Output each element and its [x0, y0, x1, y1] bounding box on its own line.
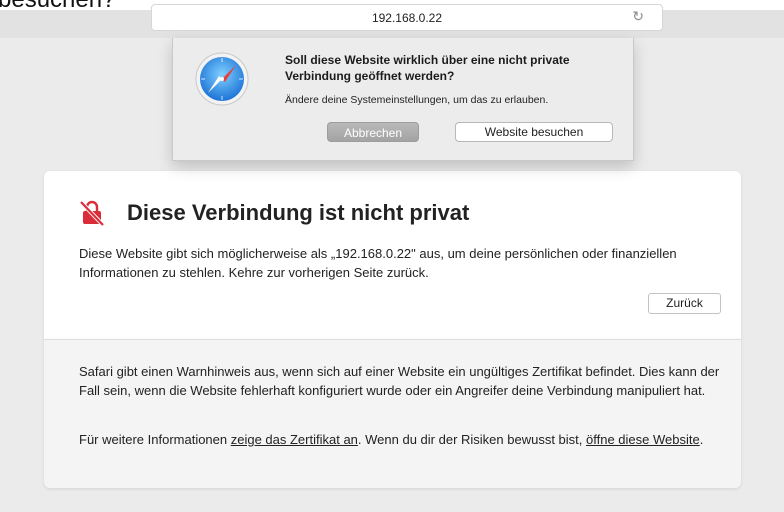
more-info-prefix: Für weitere Informationen: [79, 432, 231, 447]
dialog-subtitle: Ändere deine Systemeinstellungen, um das…: [285, 94, 549, 106]
back-button[interactable]: Zurück: [648, 293, 721, 314]
warning-details-text: Safari gibt einen Warnhinweis aus, wenn …: [79, 364, 720, 398]
address-bar[interactable]: 192.168.0.22 ↻: [151, 4, 663, 31]
warning-body: Diese Website gibt sich möglicherweise a…: [79, 246, 677, 280]
url-text: 192.168.0.22: [371, 11, 443, 25]
confirmation-dialog: Soll diese Website wirklich über eine ni…: [172, 38, 634, 161]
dialog-title: Soll diese Website wirklich über eine ni…: [285, 53, 570, 83]
warning-lock-icon: [80, 200, 104, 226]
cancel-button[interactable]: Abbrechen: [327, 122, 419, 142]
safari-compass-icon: [195, 52, 249, 106]
more-info-text: Für weitere Informationen zeige das Zert…: [79, 430, 729, 449]
open-website-link[interactable]: öffne diese Website: [586, 432, 700, 447]
visit-website-button[interactable]: Website besuchen: [455, 122, 613, 142]
more-info-middle: . Wenn du dir der Risiken bewusst bist,: [357, 432, 587, 447]
more-info-suffix: .: [699, 432, 704, 447]
warning-title: Diese Verbindung ist nicht privat: [127, 200, 470, 225]
reload-icon[interactable]: ↻: [632, 8, 644, 25]
show-certificate-link[interactable]: zeige das Zertifikat an: [231, 432, 358, 447]
